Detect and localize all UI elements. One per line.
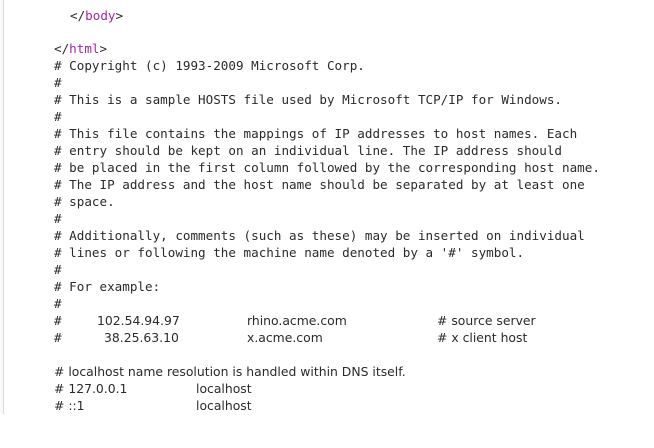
comment-line: # Additionally, comments (such as these)… [54,228,585,243]
localhost-host: localhost [196,398,252,413]
comment-line: # space. [54,194,115,209]
localhost-entry: # ::1 localhost [54,397,354,414]
localhost-ip: # 127.0.0.1 [54,381,128,396]
hash: # [54,313,62,328]
comment-line: # For example: [54,279,161,294]
localhost-host: localhost [196,381,252,396]
tag-bracket: </ [70,8,86,23]
comment-line: # Copyright (c) 1993-2009 Microsoft Corp… [54,58,365,73]
localhost-note: # localhost name resolution is handled w… [54,364,406,379]
example-ip: 38.25.63.10 [104,330,179,345]
comment-line: # The IP address and the host name shoul… [54,177,585,192]
example-comment: # x client host [437,330,528,345]
example-line: # 102.54.94.97 rhino.acme.com # source s… [54,312,614,329]
example-host: x.acme.com [247,330,323,345]
localhost-ip: # ::1 [54,398,85,413]
localhost-entry: # 127.0.0.1 localhost [54,380,354,397]
example-line: # 38.25.63.10 x.acme.com # x client host [54,329,614,346]
tag-name: html [69,41,100,56]
comment-line: # [54,262,62,277]
comment-line: # [54,109,62,124]
tag-bracket: > [115,8,124,23]
body-closing-tag: </body> [70,7,123,24]
editor-gutter [0,0,4,414]
tag-name: body [85,8,116,23]
comment-line: # entry should be kept on an individual … [54,143,562,158]
comment-line: # This file contains the mappings of IP … [54,126,578,141]
example-ip: 102.54.94.97 [97,313,180,328]
comment-line: # [54,211,62,226]
html-closing-tag: </html> [54,40,107,57]
comment-line: # [54,75,62,90]
tag-bracket: </ [54,41,70,56]
tag-bracket: > [99,41,108,56]
hash: # [54,330,62,345]
example-comment: # source server [437,313,536,328]
example-host: rhino.acme.com [247,313,347,328]
comment-line: # lines or following the machine name de… [54,245,525,260]
comment-line: # be placed in the first column followed… [54,160,600,175]
comment-line: # [54,296,62,311]
comment-line: # This is a sample HOSTS file used by Mi… [54,92,562,107]
